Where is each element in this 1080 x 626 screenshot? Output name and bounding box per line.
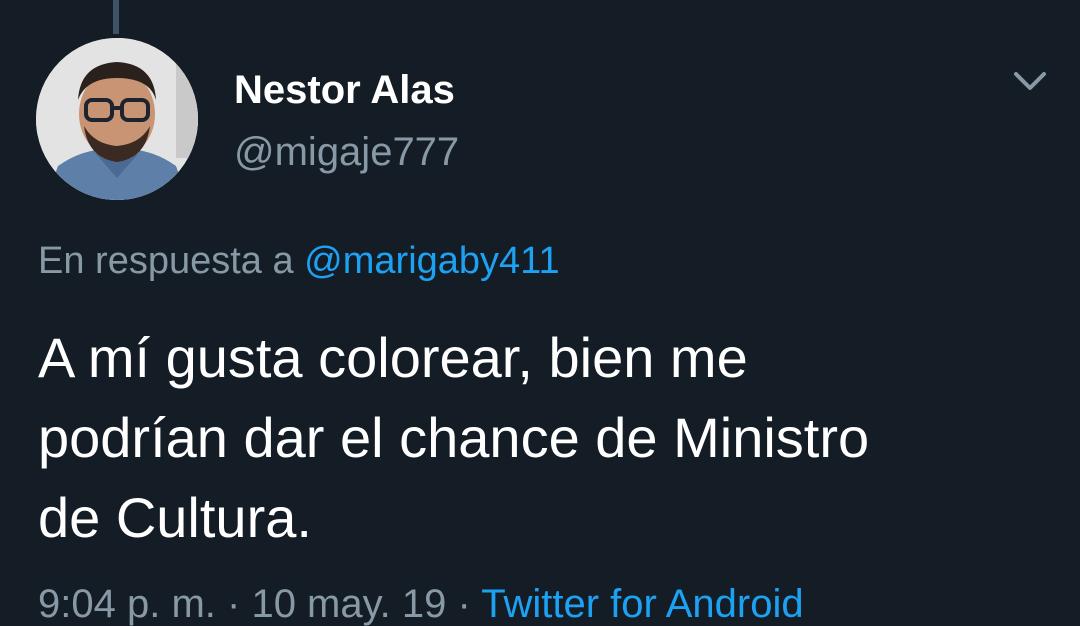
reply-prefix: En respuesta a: [38, 240, 294, 282]
tweet-text-line: A mí gusta colorear, bien me: [38, 326, 748, 389]
meta-separator: ·: [457, 582, 471, 626]
reply-context: En respuesta a @marigaby411: [38, 240, 560, 283]
tweet-text: A mí gusta colorear, bien me podrían dar…: [38, 318, 1048, 558]
profile-photo-icon: [36, 38, 198, 200]
tweet-menu-button[interactable]: [1008, 64, 1052, 100]
tweet-date[interactable]: 10 may. 19: [251, 582, 446, 626]
avatar[interactable]: [36, 38, 198, 200]
tweet-meta: 9:04 p. m. · 10 may. 19 · Twitter for An…: [38, 582, 804, 626]
author-handle[interactable]: @migaje777: [234, 130, 459, 175]
tweet-time[interactable]: 9:04 p. m.: [38, 582, 216, 626]
thread-connector-line: [113, 0, 119, 34]
tweet-text-line: podrían dar el chance de Ministro: [38, 406, 870, 469]
author-display-name[interactable]: Nestor Alas: [234, 68, 455, 113]
reply-mention-link[interactable]: @marigaby411: [304, 240, 559, 282]
chevron-down-icon: [1014, 72, 1046, 90]
tweet-source-link[interactable]: Twitter for Android: [481, 582, 803, 626]
meta-separator: ·: [227, 582, 241, 626]
tweet-text-line: de Cultura.: [38, 486, 312, 549]
